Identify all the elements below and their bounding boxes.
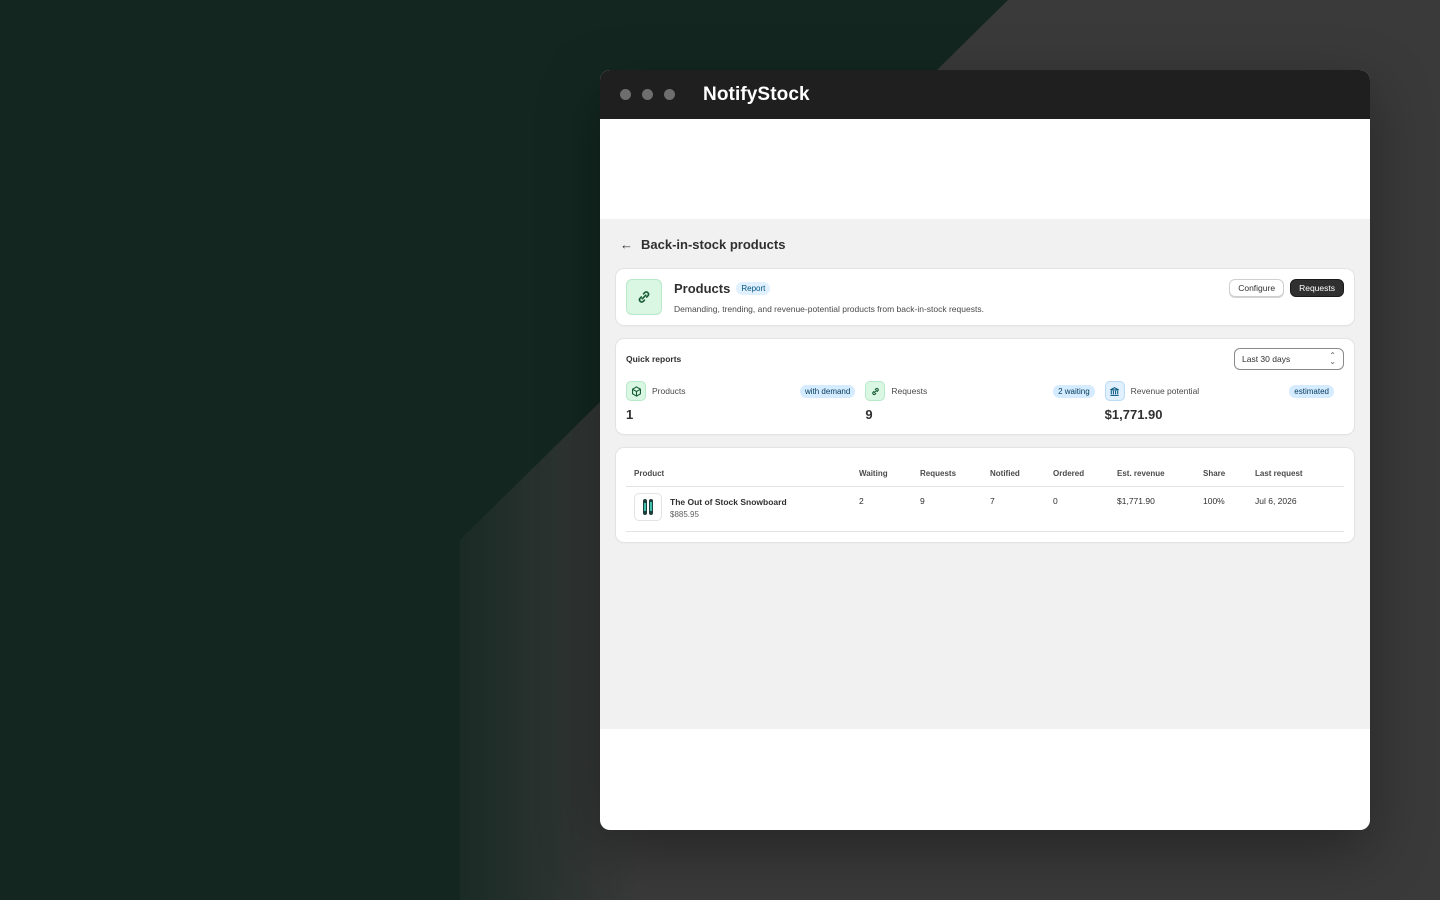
- page-header: ← Back-in-stock products: [616, 219, 1354, 269]
- link-icon: [865, 381, 886, 401]
- header-text: Products Report Demanding, trending, and…: [674, 281, 984, 314]
- metric-label: Revenue potential: [1130, 386, 1200, 396]
- chevron-up-down-icon: ⌃ ⌄: [1329, 351, 1336, 366]
- date-range-select[interactable]: Last 30 days ⌃ ⌄: [1234, 348, 1344, 370]
- metric-label: Products: [652, 386, 686, 396]
- package-icon: [626, 381, 646, 401]
- products-table-card: Product Waiting Requests Notified Ordere…: [616, 448, 1354, 542]
- waiting-cell: 2: [859, 496, 864, 506]
- metric-requests[interactable]: Requests 2 waiting 9: [865, 381, 1104, 422]
- metric-value: 9: [865, 407, 873, 422]
- window-close-dot[interactable]: [620, 89, 631, 100]
- date-range-value: Last 30 days: [1242, 354, 1291, 364]
- card-title: Products: [674, 280, 731, 296]
- column-header-last-request[interactable]: Last request: [1255, 469, 1325, 478]
- metric-products[interactable]: Products with demand 1: [626, 381, 865, 422]
- column-header-ordered[interactable]: Ordered: [1053, 469, 1117, 478]
- share-cell: 100%: [1203, 496, 1225, 506]
- metric-revenue[interactable]: Revenue potential estimated $1,771.90: [1104, 381, 1344, 422]
- column-header-product[interactable]: Product: [626, 469, 859, 478]
- products-header-card: Products Report Demanding, trending, and…: [616, 269, 1354, 325]
- configure-button[interactable]: Configure: [1229, 279, 1285, 297]
- metric-badge: estimated: [1289, 385, 1334, 398]
- metric-label: Requests: [891, 386, 928, 396]
- requests-button[interactable]: Requests: [1290, 279, 1344, 297]
- table-header-row: Product Waiting Requests Notified Ordere…: [626, 460, 1344, 487]
- metric-value: $1,771.90: [1104, 407, 1163, 422]
- column-header-waiting[interactable]: Waiting: [859, 469, 920, 478]
- column-header-requests[interactable]: Requests: [920, 469, 990, 478]
- app-window: NotifyStock ← Back-in-stock products Pro…: [600, 70, 1370, 830]
- notified-cell: 7: [990, 496, 995, 506]
- metric-value: 1: [626, 407, 634, 422]
- quick-reports-card: Quick reports Last 30 days ⌃⌄ Products: [616, 339, 1354, 434]
- window-zoom-dot[interactable]: [664, 89, 675, 100]
- app-title: NotifyStock: [703, 83, 810, 105]
- requests-cell: 9: [920, 496, 925, 506]
- column-header-share[interactable]: Share: [1203, 469, 1255, 478]
- back-arrow-icon[interactable]: ←: [620, 237, 633, 252]
- page-title: Back-in-stock products: [641, 236, 786, 252]
- metrics-row: Products with demand 1 Requests 2 waitin…: [626, 381, 1344, 422]
- product-name[interactable]: The Out of Stock Snowboard: [670, 497, 787, 507]
- quick-reports-title: Quick reports: [626, 354, 682, 364]
- table-row[interactable]: The Out of Stock Snowboard $885.95 2 9 7…: [626, 487, 1344, 532]
- main-content: ← Back-in-stock products Products Report…: [600, 219, 1370, 729]
- est-revenue-cell: $1,771.90: [1117, 496, 1155, 506]
- snowboard-thumbnail-icon: [634, 493, 662, 521]
- ordered-cell: 0: [1053, 496, 1058, 506]
- report-badge: Report: [736, 281, 771, 295]
- card-description: Demanding, trending, and revenue-potenti…: [674, 303, 984, 314]
- bank-icon: [1104, 381, 1125, 401]
- link-icon: [626, 279, 662, 315]
- column-header-notified[interactable]: Notified: [990, 469, 1053, 478]
- products-table: Product Waiting Requests Notified Ordere…: [626, 460, 1344, 532]
- product-cell[interactable]: The Out of Stock Snowboard $885.95: [626, 487, 859, 531]
- metric-badge: 2 waiting: [1053, 385, 1095, 398]
- last-request-cell: Jul 6, 2026: [1255, 496, 1297, 506]
- product-price: $885.95: [670, 510, 699, 519]
- metric-badge: with demand: [799, 385, 856, 398]
- window-minimize-dot[interactable]: [642, 89, 653, 100]
- header-actions: Configure Requests: [1229, 279, 1344, 297]
- title-bar: NotifyStock: [600, 70, 1370, 119]
- column-header-est-revenue[interactable]: Est. revenue: [1117, 469, 1203, 478]
